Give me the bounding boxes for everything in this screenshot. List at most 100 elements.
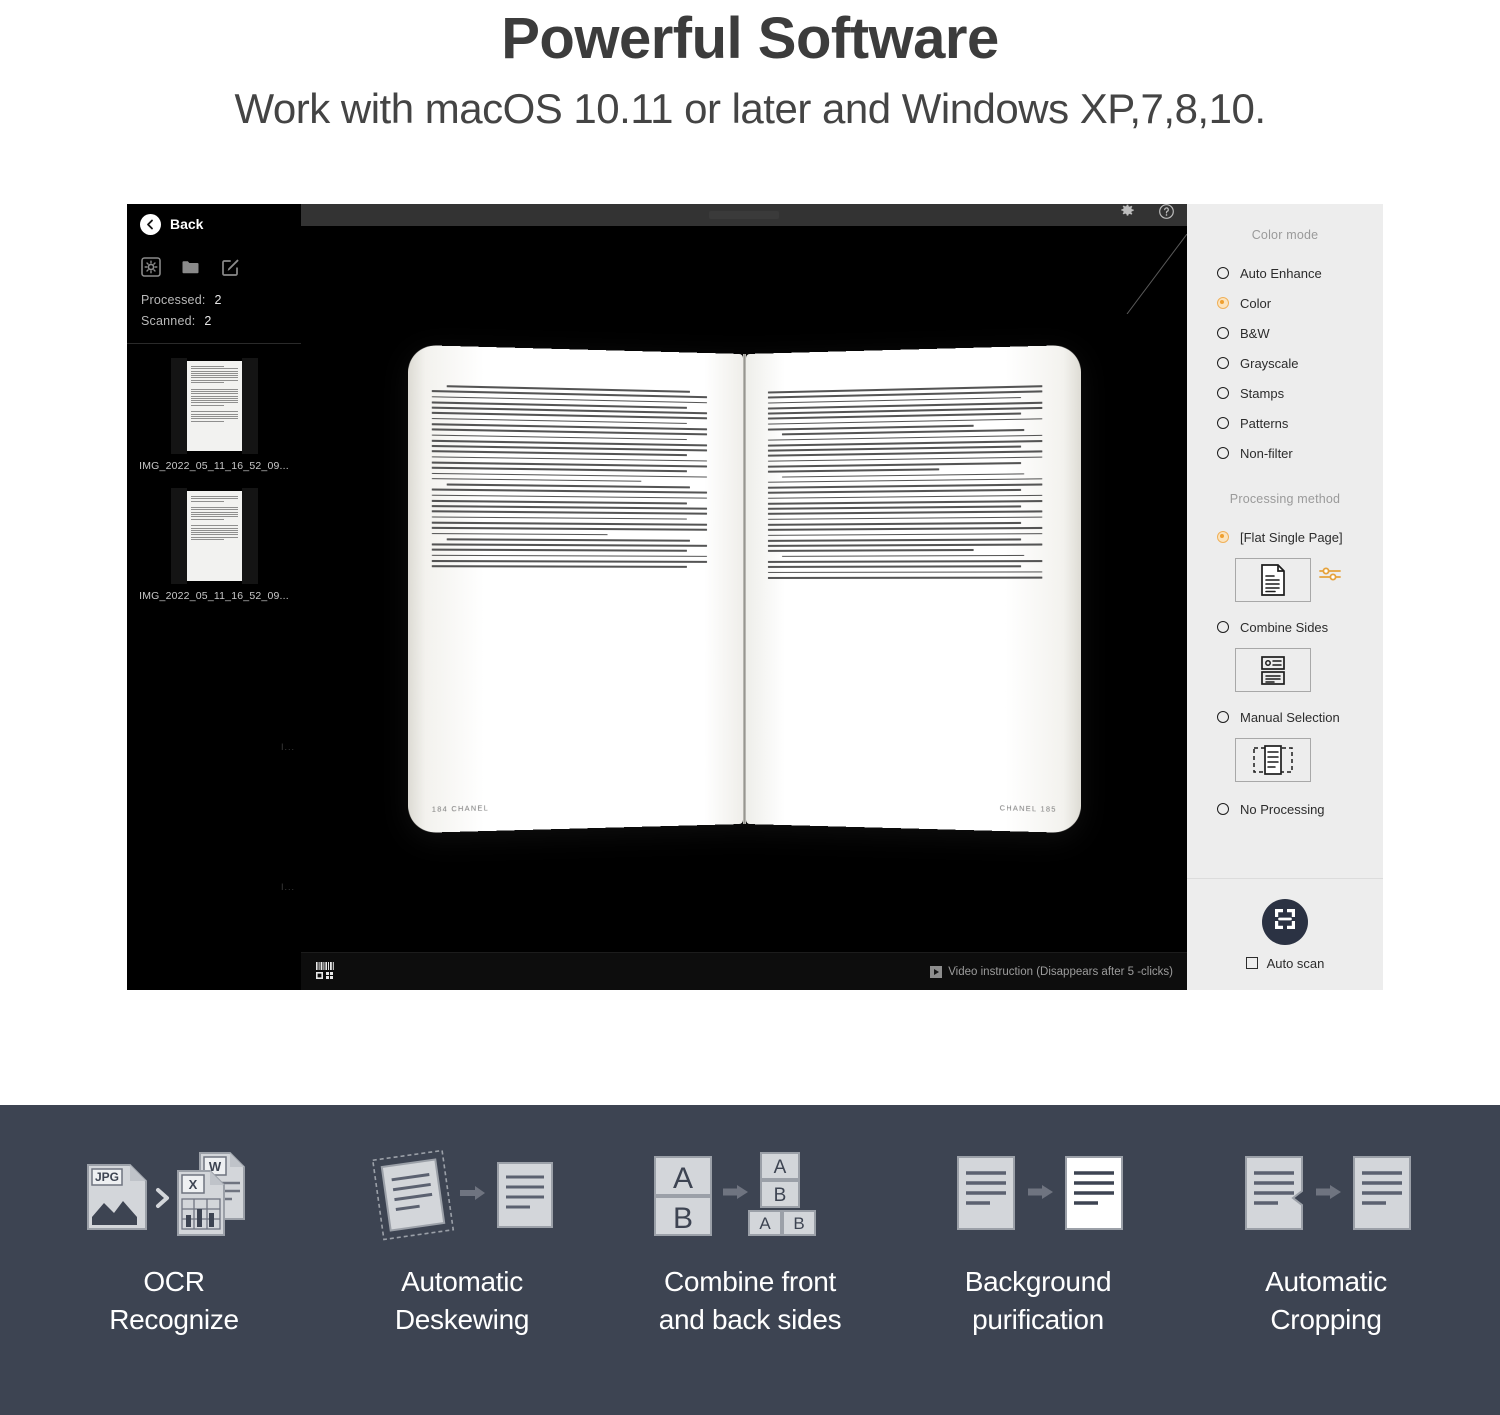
- stat-processed-label: Processed:: [141, 293, 206, 307]
- preview-titlebar: [301, 204, 1187, 226]
- radio-icon: [1217, 417, 1229, 429]
- svg-text:B: B: [673, 1202, 693, 1235]
- play-icon: [930, 965, 943, 978]
- feature-caption-line1: Combine front: [664, 1266, 836, 1297]
- titlebar-nub: [709, 211, 779, 219]
- stat-processed: Processed: 2: [141, 290, 301, 311]
- settings-scroll: Color mode Auto Enhance Color B&W Graysc…: [1187, 204, 1383, 878]
- thumbnail-filename: IMG_2022_05_11_16_52_09...: [139, 590, 289, 602]
- svg-text:X: X: [189, 1177, 198, 1192]
- feature-caption-line1: OCR: [143, 1266, 205, 1297]
- edit-box-icon[interactable]: [221, 257, 241, 277]
- settings-box-icon[interactable]: [141, 257, 161, 277]
- scan-button[interactable]: [1262, 898, 1308, 945]
- sidebar: Back Processed: 2 Scanned: 2 IMG_2022_05…: [127, 204, 301, 990]
- edge-marker: I...: [280, 882, 295, 892]
- radio-label: Auto Enhance: [1240, 265, 1322, 281]
- radio-label: B&W: [1240, 325, 1270, 341]
- radio-label: Stamps: [1240, 385, 1285, 401]
- video-instruction-hint[interactable]: Video instruction (Disappears after 5 -c…: [930, 965, 1173, 978]
- feature-caption: Background purification: [964, 1263, 1112, 1339]
- feature-caption: Combine front and back sides: [659, 1263, 842, 1339]
- combine-sides-icon[interactable]: [1235, 648, 1311, 692]
- radio-label: [Flat Single Page]: [1240, 529, 1343, 545]
- scan-frame-icon: [1272, 906, 1298, 937]
- radio-manual-selection[interactable]: Manual Selection: [1187, 702, 1383, 732]
- radio-flat-single-page[interactable]: [Flat Single Page]: [1187, 522, 1383, 552]
- radio-icon: [1217, 267, 1229, 279]
- book-image: 184 CHANEL CHANEL 185: [408, 344, 1080, 834]
- stat-scanned-value: 2: [204, 314, 212, 328]
- help-icon[interactable]: [1158, 203, 1175, 225]
- svg-text:JPG: JPG: [95, 1170, 119, 1184]
- edge-marker: I...: [280, 742, 295, 752]
- radio-no-processing[interactable]: No Processing: [1187, 794, 1383, 824]
- video-instruction-label: Video instruction (Disappears after 5 -c…: [948, 965, 1173, 978]
- radio-patterns[interactable]: Patterns: [1187, 408, 1383, 438]
- gear-icon[interactable]: [1119, 203, 1136, 225]
- feature-ocr-recognize: JPG W X OCR Recognize: [30, 1145, 318, 1339]
- feature-caption: OCR Recognize: [109, 1263, 239, 1339]
- feature-caption: Automatic Deskewing: [394, 1263, 530, 1339]
- radio-icon: [1217, 387, 1229, 399]
- stat-scanned-label: Scanned:: [141, 314, 196, 328]
- radio-non-filter[interactable]: Non-filter: [1187, 438, 1383, 468]
- processing-method-title: Processing method: [1229, 492, 1341, 506]
- settings-panel: Color mode Auto Enhance Color B&W Graysc…: [1187, 204, 1383, 990]
- thumbnail-item[interactable]: IMG_2022_05_11_16_52_09...: [127, 358, 301, 472]
- radio-label: Patterns: [1240, 415, 1289, 431]
- back-button[interactable]: Back: [127, 204, 301, 244]
- radio-grayscale[interactable]: Grayscale: [1187, 348, 1383, 378]
- radio-icon: [1217, 327, 1229, 339]
- radio-stamps[interactable]: Stamps: [1187, 378, 1383, 408]
- feature-caption-line1: Background: [964, 1266, 1112, 1297]
- feature-automatic-deskewing: Automatic Deskewing: [318, 1145, 606, 1339]
- feature-caption-line2: purification: [972, 1304, 1104, 1335]
- radio-label: Color: [1240, 295, 1272, 311]
- radio-label: No Processing: [1240, 801, 1325, 817]
- radio-color[interactable]: Color: [1187, 288, 1383, 318]
- feature-caption: Automatic Cropping: [1265, 1263, 1387, 1339]
- app-window: Back Processed: 2 Scanned: 2 IMG_2022_05…: [127, 204, 1383, 990]
- chevron-left-icon: [140, 213, 161, 235]
- window-titlebar-icons: [1119, 203, 1175, 225]
- preview-bottombar: Video instruction (Disappears after 5 -c…: [301, 952, 1187, 990]
- checkbox-icon: [1245, 957, 1258, 969]
- radio-icon-selected: [1217, 297, 1229, 309]
- auto-scan-toggle[interactable]: Auto scan: [1245, 956, 1324, 971]
- radio-icon-selected: [1217, 531, 1229, 543]
- svg-text:B: B: [774, 1185, 787, 1206]
- manual-selection-icon[interactable]: [1235, 738, 1311, 782]
- thumbnail-item[interactable]: IMG_2022_05_11_16_52_09...: [127, 488, 301, 602]
- combine-front-back-icon: A B A B A B: [645, 1145, 855, 1245]
- auto-crop-icon: [1226, 1145, 1426, 1245]
- radio-label: Manual Selection: [1240, 709, 1340, 725]
- background-purify-icon: [938, 1145, 1138, 1245]
- feature-automatic-cropping: Automatic Cropping: [1182, 1145, 1470, 1339]
- radio-label: Grayscale: [1240, 355, 1299, 371]
- preview-stage[interactable]: 184 CHANEL CHANEL 185: [301, 226, 1187, 952]
- color-mode-title: Color mode: [1251, 228, 1319, 242]
- thumbnail-filename: IMG_2022_05_11_16_52_09...: [139, 460, 289, 472]
- svg-text:A: A: [759, 1214, 771, 1233]
- radio-icon: [1217, 357, 1229, 369]
- single-page-icon[interactable]: [1235, 558, 1311, 602]
- feature-caption-line2: Cropping: [1270, 1304, 1382, 1335]
- svg-text:A: A: [673, 1162, 693, 1195]
- feature-caption-line2: Recognize: [109, 1304, 239, 1335]
- radio-combine-sides[interactable]: Combine Sides: [1187, 612, 1383, 642]
- barcode-qr-icon[interactable]: [315, 961, 335, 983]
- feature-caption-line2: Deskewing: [394, 1304, 530, 1335]
- radio-bw[interactable]: B&W: [1187, 318, 1383, 348]
- radio-auto-enhance[interactable]: Auto Enhance: [1187, 258, 1383, 288]
- svg-text:A: A: [774, 1157, 787, 1178]
- folder-icon[interactable]: [181, 257, 201, 277]
- back-label: Back: [170, 216, 204, 232]
- ocr-convert-icon: JPG W X: [74, 1145, 274, 1245]
- radio-icon: [1217, 621, 1229, 633]
- feature-combine-front-back: A B A B A B Combine front and back sides: [606, 1145, 894, 1339]
- adjust-sliders-icon[interactable]: [1319, 566, 1341, 587]
- preview-area: 184 CHANEL CHANEL 185 Video instruction …: [301, 204, 1187, 990]
- page-header: Powerful Software Work with macOS 10.11 …: [0, 0, 1500, 138]
- feature-caption-line1: Automatic: [1265, 1266, 1387, 1297]
